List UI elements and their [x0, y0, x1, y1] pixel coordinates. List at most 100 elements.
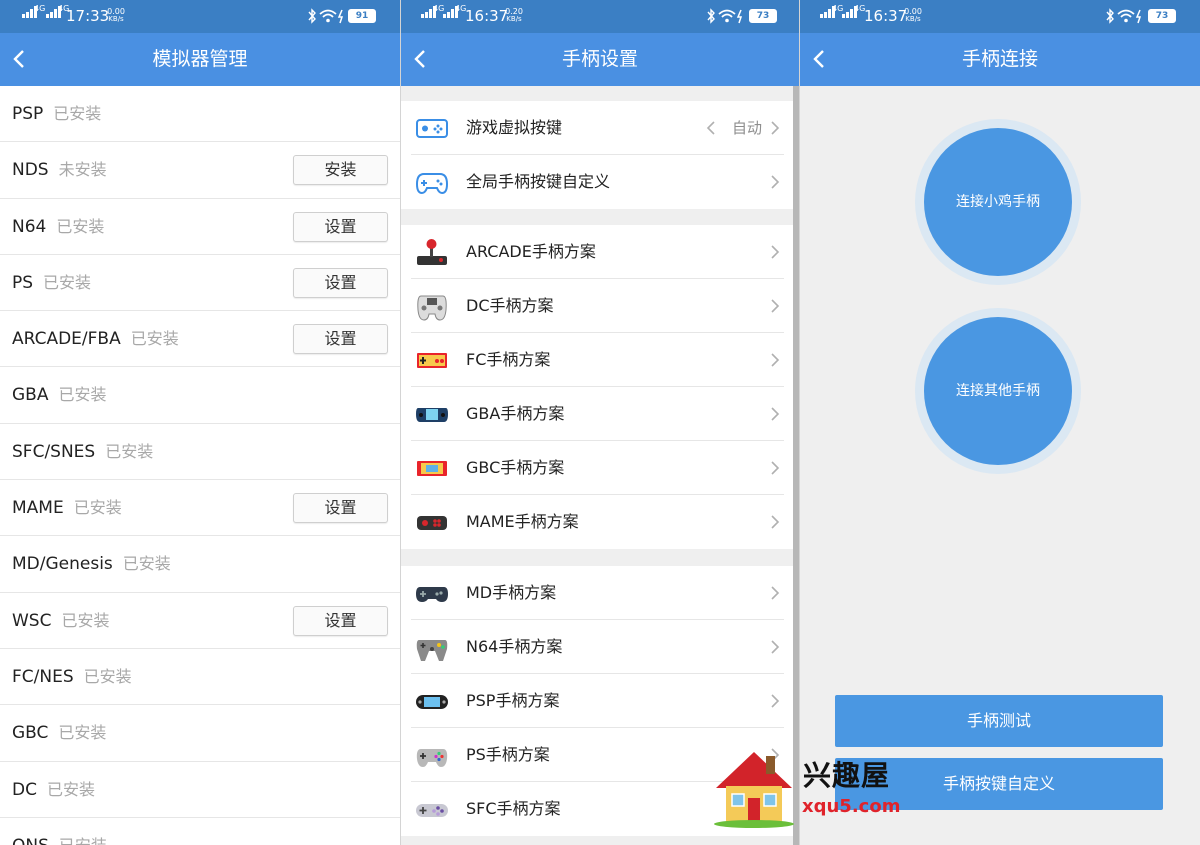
chevron-right-icon[interactable] — [770, 514, 780, 530]
connect-xiaoji-button[interactable]: 连接小鸡手柄 — [915, 119, 1081, 285]
emulator-name-text: PSP — [12, 104, 44, 124]
chevron-right-icon[interactable] — [770, 460, 780, 476]
emulator-name-text: WSC — [12, 610, 52, 631]
chevron-right-icon[interactable] — [770, 352, 780, 368]
emulator-row[interactable]: FC/NES 已安装 — [0, 648, 400, 706]
list-item-label: PS手柄方案 — [466, 745, 550, 764]
emulator-row[interactable]: PS 已安装 设置 — [0, 254, 400, 312]
battery-indicator: 73 — [1148, 9, 1176, 23]
network-speed-unit: KB/s — [905, 15, 921, 23]
emulator-name: PS 已安装 — [12, 255, 91, 311]
gbc-console-icon — [417, 461, 447, 476]
chevron-right-icon[interactable] — [770, 639, 780, 655]
site-watermark: 兴趣屋 xqu5.com — [708, 746, 908, 828]
emulator-name-text: GBA — [12, 385, 49, 406]
list-item-controller-scheme[interactable]: MD手柄方案 — [401, 566, 794, 620]
emulator-status: 未安装 — [58, 160, 107, 180]
list-item-controller-scheme[interactable]: MAME手柄方案 — [401, 495, 794, 549]
chevron-right-icon[interactable] — [770, 585, 780, 601]
bluetooth-wifi-icons — [308, 8, 344, 24]
settings-button[interactable]: 设置 — [293, 493, 388, 524]
emulator-name: MAME 已安装 — [12, 480, 122, 536]
emulator-row[interactable]: GBA 已安装 — [0, 367, 400, 424]
connect-xiaoji-label: 连接小鸡手柄 — [924, 128, 1072, 276]
connect-other-button[interactable]: 连接其他手柄 — [915, 308, 1081, 474]
dc-controller-icon — [417, 295, 447, 321]
list-item-label: 游戏虚拟按键 — [466, 118, 563, 137]
emulator-name: NDS 未安装 — [12, 142, 107, 198]
emulator-row[interactable]: WSC 已安装 设置 — [0, 592, 400, 649]
list-item-label: MAME手柄方案 — [466, 512, 579, 531]
emulator-status: 已安装 — [43, 272, 92, 292]
emulator-name-text: MAME — [12, 498, 64, 519]
list-item-controller-scheme[interactable]: GBC手柄方案 — [401, 441, 794, 495]
chevron-right-icon[interactable] — [770, 120, 780, 136]
list-item-value: 自动 — [731, 119, 762, 137]
emulator-status: 已安装 — [58, 385, 107, 405]
emulator-name: GBA 已安装 — [12, 367, 106, 423]
install-button[interactable]: 安装 — [293, 155, 388, 186]
settings-button[interactable]: 设置 — [293, 324, 388, 355]
list-item-controller-scheme[interactable]: N64手柄方案 — [401, 620, 794, 674]
settings-group-schemes-1: ARCADE手柄方案 DC手柄方案 FC手柄方案 GBA手柄方案 GBC手柄方案 MAME… — [401, 225, 794, 549]
chevron-right-icon[interactable] — [770, 406, 780, 422]
settings-button[interactable]: 设置 — [293, 211, 388, 242]
page-title: 模拟器管理 — [152, 48, 248, 70]
title-bar: 手柄连接 — [800, 33, 1200, 86]
settings-button[interactable]: 设置 — [293, 605, 388, 636]
emulator-row[interactable]: N64 已安装 设置 — [0, 198, 400, 255]
md-controller-icon — [416, 587, 448, 602]
list-item-virtual-keys[interactable]: 游戏虚拟按键 自动 — [401, 101, 794, 155]
emulator-row[interactable]: SFC/SNES 已安装 — [0, 423, 400, 481]
emulator-status: 已安装 — [58, 723, 107, 743]
page-title: 手柄设置 — [561, 48, 638, 70]
list-item-controller-scheme[interactable]: DC手柄方案 — [401, 279, 794, 333]
emulator-row[interactable]: ONS 已安装 — [0, 817, 400, 845]
emulator-status: 已安装 — [73, 498, 122, 518]
emulator-list: PSP 已安装 NDS 未安装 安装 N64 已安装 设置 PS 已安装 设置 ARCADE/FBA 已… — [0, 86, 400, 845]
emulator-row[interactable]: MAME 已安装 设置 — [0, 480, 400, 537]
chevron-right-icon[interactable] — [770, 174, 780, 190]
gamepad-settings-screen: 4G 4G 16:37 0.20 KB/s 73 手柄设置 游戏虚拟按键 自动 — [401, 0, 799, 845]
emulator-row[interactable]: NDS 未安装 安装 — [0, 142, 400, 199]
house-logo-icon — [714, 752, 794, 828]
emulator-name: PSP 已安装 — [12, 86, 101, 142]
list-item-label: DC手柄方案 — [466, 296, 554, 315]
emulator-name-text: SFC/SNES — [12, 441, 96, 462]
emulator-status: 已安装 — [122, 554, 171, 574]
list-item-global-custom[interactable]: 全局手柄按键自定义 — [401, 155, 794, 209]
chevron-right-icon[interactable] — [770, 244, 780, 260]
list-item-controller-scheme[interactable]: PSP手柄方案 — [401, 674, 794, 728]
list-item-label: N64手柄方案 — [466, 637, 563, 656]
emulator-name-text: DC — [12, 779, 37, 800]
emulator-name: GBC 已安装 — [12, 705, 106, 761]
chevron-right-icon[interactable] — [770, 693, 780, 709]
gba-console-icon — [416, 408, 448, 422]
emulator-row[interactable]: ARCADE/FBA 已安装 设置 — [0, 311, 400, 368]
settings-button[interactable]: 设置 — [293, 267, 388, 298]
emulator-name: DC 已安装 — [12, 762, 95, 818]
list-item-controller-scheme[interactable]: ARCADE手柄方案 — [401, 225, 794, 279]
emulator-row[interactable]: GBC 已安装 — [0, 705, 400, 762]
chevron-left-icon[interactable] — [706, 120, 716, 136]
emulator-row[interactable]: MD/Genesis 已安装 — [0, 536, 400, 593]
list-item-controller-scheme[interactable]: FC手柄方案 — [401, 333, 794, 387]
emulator-name: ARCADE/FBA 已安装 — [12, 311, 179, 367]
sfc-controller-icon — [416, 804, 448, 817]
gamepad-test-button[interactable]: 手柄测试 — [835, 695, 1163, 747]
battery-indicator: 91 — [348, 9, 376, 23]
emulator-status: 已安装 — [53, 104, 102, 123]
emulator-name: SFC/SNES 已安装 — [12, 424, 153, 480]
list-item-label: SFC手柄方案 — [466, 799, 561, 818]
network-speed-unit: KB/s — [108, 15, 124, 23]
emulator-name-text: PS — [12, 272, 34, 293]
network-type: 4G — [34, 4, 46, 13]
list-item-controller-scheme[interactable]: GBA手柄方案 — [401, 387, 794, 441]
emulator-name-text: N64 — [12, 216, 47, 237]
emulator-name-text: MD/Genesis — [12, 554, 113, 575]
emulator-row[interactable]: PSP 已安装 — [0, 86, 400, 143]
watermark-url: xqu5.com — [802, 796, 901, 817]
chevron-right-icon[interactable] — [770, 298, 780, 314]
list-item-label: PSP手柄方案 — [466, 691, 560, 710]
emulator-row[interactable]: DC 已安装 — [0, 761, 400, 818]
